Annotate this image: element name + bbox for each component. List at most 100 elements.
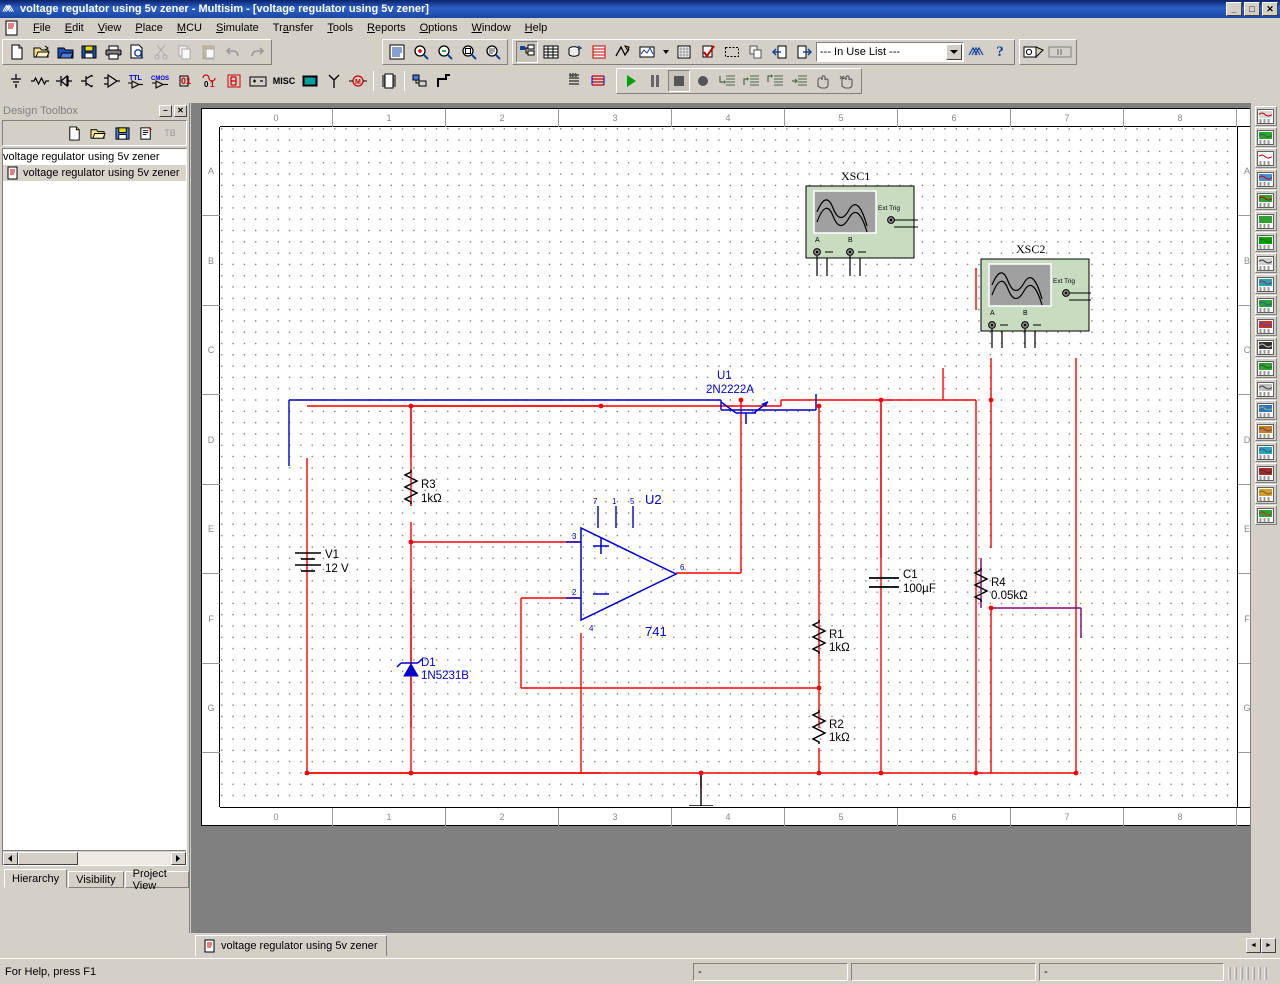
transistor-component-button[interactable] [77, 70, 99, 92]
multimeter-instrument-button[interactable] [1254, 106, 1277, 126]
video-capture-button[interactable] [1047, 41, 1073, 63]
sheet-tab-voltage-regulator[interactable]: voltage regulator using 5v zener [195, 935, 387, 956]
menu-item-window[interactable]: Window [465, 20, 518, 36]
run-button[interactable] [620, 70, 642, 92]
close-button[interactable]: ✕ [1262, 2, 1278, 16]
schematic-canvas-area[interactable]: 012345678 012345678 ABCDEFG ABCDEFG V1 1… [191, 103, 1250, 933]
undo-button[interactable] [222, 41, 244, 63]
iv-analyzer-instrument-button[interactable] [1254, 316, 1277, 336]
tree-horizontal-scrollbar[interactable] [3, 850, 186, 865]
menu-item-transfer[interactable]: Transfer [266, 20, 321, 36]
menu-item-options[interactable]: Options [413, 20, 465, 36]
print-button[interactable] [102, 41, 124, 63]
circuit-schematic-drawing[interactable]: V1 12 V R3 1kΩ D1 1N5231B U1 2N2222A 7 1… [221, 128, 1236, 806]
word-generator-instrument-button[interactable] [1254, 253, 1277, 273]
new-design-button[interactable] [63, 122, 85, 144]
misc-digital-component-button[interactable]: 01 [175, 70, 197, 92]
record-button[interactable] [692, 70, 714, 92]
current-probe-button[interactable] [1254, 505, 1277, 525]
power-component-button[interactable] [247, 70, 269, 92]
design-toolbox-close-button[interactable]: ✕ [174, 104, 187, 117]
schematic-sheet[interactable]: 012345678 012345678 ABCDEFG ABCDEFG V1 1… [201, 108, 1250, 826]
analog-component-button[interactable] [101, 70, 123, 92]
misc-component-button[interactable]: MISC [271, 70, 297, 92]
menu-item-simulate[interactable]: Simulate [209, 20, 266, 36]
run-to-cursor-button[interactable] [788, 70, 810, 92]
resize-grip[interactable] [1227, 963, 1269, 981]
in-use-chevron-icon[interactable] [660, 41, 671, 63]
menu-item-help[interactable]: Help [518, 20, 555, 36]
frequency-counter-instrument-button[interactable] [1254, 232, 1277, 252]
minimize-button[interactable]: _ [1226, 2, 1242, 16]
menu-item-view[interactable]: View [91, 20, 129, 36]
network-analyzer-instrument-button[interactable] [1254, 379, 1277, 399]
design-toolbox-minimize-button[interactable]: – [159, 104, 172, 117]
agilent-function-generator-button[interactable] [1254, 400, 1277, 420]
scroll-left-button[interactable] [3, 851, 18, 865]
grapher-button[interactable] [587, 70, 609, 92]
mcu-component-button[interactable] [378, 70, 400, 92]
pause-at-button[interactable] [812, 70, 834, 92]
scroll-right-button[interactable] [171, 851, 186, 865]
menu-item-edit[interactable]: Edit [58, 20, 91, 36]
open-button[interactable] [30, 41, 52, 63]
logic-analyzer-instrument-button[interactable] [1254, 295, 1277, 315]
new-sheet-button[interactable] [135, 122, 157, 144]
forward-annotate-button[interactable] [793, 41, 815, 63]
ttl-component-button[interactable]: TTL [125, 70, 147, 92]
schematic-grid[interactable]: V1 12 V R3 1kΩ D1 1N5231B U1 2N2222A 7 1… [221, 128, 1236, 806]
diode-component-button[interactable] [53, 70, 75, 92]
oscilloscope-instrument-button[interactable] [1254, 169, 1277, 189]
back-annotate-button[interactable] [745, 41, 767, 63]
advanced-peripherals-button[interactable] [299, 70, 321, 92]
cut-button[interactable] [150, 41, 172, 63]
zoom-out-button[interactable] [434, 41, 456, 63]
postprocessor-button[interactable] [636, 41, 658, 63]
logic-converter-instrument-button[interactable] [1254, 274, 1277, 294]
open-samples-button[interactable] [54, 41, 76, 63]
stop-button[interactable] [668, 69, 690, 92]
tektronix-oscilloscope-button[interactable] [1254, 463, 1277, 483]
basic-component-button[interactable] [29, 70, 51, 92]
document-icon[interactable] [4, 20, 20, 36]
bode-plotter-instrument-button[interactable] [1254, 211, 1277, 231]
scroll-tabs-right-button[interactable]: ► [1261, 938, 1276, 953]
zoom-fit-to-page-button[interactable] [482, 41, 504, 63]
dock-tab-hierarchy[interactable]: Hierarchy [4, 869, 68, 888]
wattmeter-instrument-button[interactable] [1254, 148, 1277, 168]
source-component-button[interactable] [5, 70, 27, 92]
tree-item[interactable]: voltage regulator using 5v zener [3, 149, 186, 165]
in-use-list-combo[interactable]: --- In Use List --- [816, 42, 964, 62]
save-design-button[interactable] [111, 122, 133, 144]
electrical-rules-check-button[interactable] [673, 41, 695, 63]
tree-item[interactable]: voltage regulator using 5v zener [3, 165, 186, 181]
measurement-probe-button[interactable]: 121 [563, 70, 585, 92]
save-button[interactable] [78, 41, 100, 63]
database-manager-button[interactable] [564, 41, 586, 63]
scrollbar-track[interactable] [18, 851, 171, 865]
menu-item-tools[interactable]: Tools [320, 20, 360, 36]
redo-button[interactable] [246, 41, 268, 63]
dock-tab-project-view[interactable]: Project View [124, 868, 189, 892]
labview-instruments-button[interactable] [1254, 484, 1277, 504]
open-design-button[interactable] [87, 122, 109, 144]
step-out-button[interactable] [764, 70, 786, 92]
function-generator-instrument-button[interactable] [1254, 127, 1277, 147]
graphs-button[interactable] [612, 41, 634, 63]
distortion-analyzer-instrument-button[interactable] [1254, 337, 1277, 357]
mixed-component-button[interactable]: 01 [199, 70, 221, 92]
electromechanical-component-button[interactable]: M [347, 70, 369, 92]
zoom-in-button[interactable] [410, 41, 432, 63]
design-hierarchy-tree[interactable]: voltage regulator using 5v zener voltage … [2, 148, 187, 866]
paste-button[interactable] [198, 41, 220, 63]
maximize-button[interactable]: □ [1244, 2, 1260, 16]
transfer-to-ultiboard-button[interactable] [769, 41, 791, 63]
bus-button[interactable] [433, 70, 455, 92]
show-spreadsheet-view-button[interactable] [540, 41, 562, 63]
rename-sheet-button[interactable]: TB [159, 122, 181, 144]
toggle-breakpoint-button[interactable] [836, 70, 858, 92]
print-preview-button[interactable] [126, 41, 148, 63]
help-multisim-button[interactable] [965, 41, 987, 63]
toggle-full-screen-button[interactable] [386, 41, 408, 63]
step-over-button[interactable] [740, 70, 762, 92]
